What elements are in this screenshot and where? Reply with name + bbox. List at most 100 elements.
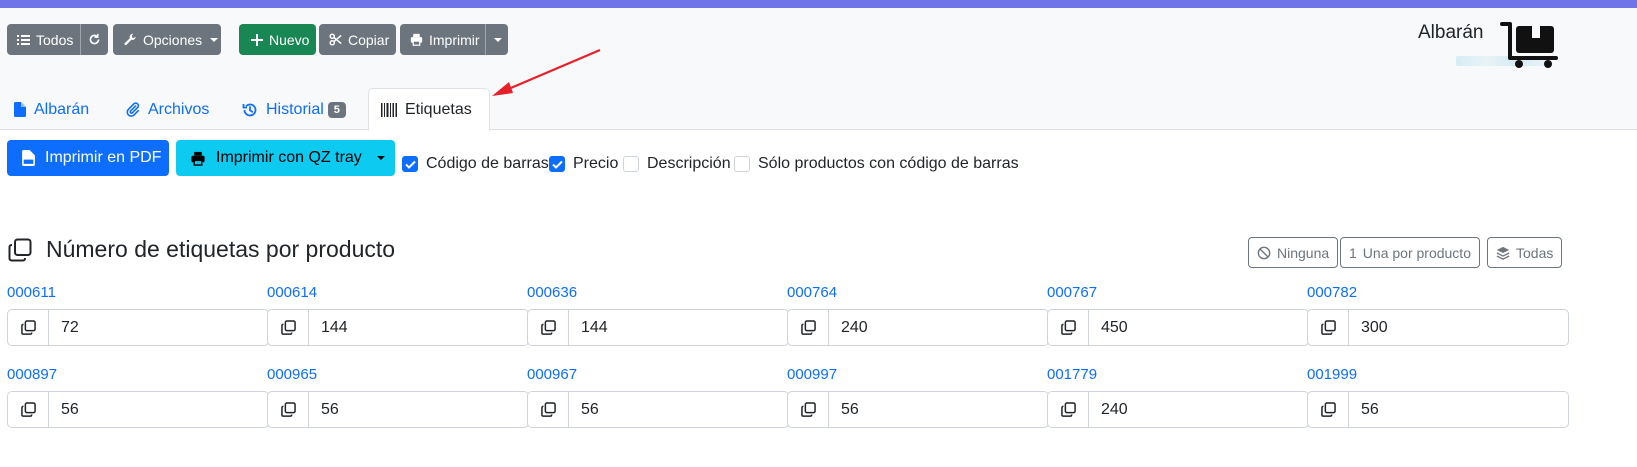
imprimir-dropdown-icon[interactable] [494,38,502,42]
una-por-producto-button[interactable]: 1 Una por producto [1340,237,1480,268]
label-quantity-input[interactable]: 144 [569,310,788,345]
print-qz-label: Imprimir con QZ tray [216,149,362,166]
label-quantity-input[interactable]: 450 [1089,310,1308,345]
ninguna-button[interactable]: Ninguna [1248,237,1339,268]
refresh-icon[interactable] [88,33,101,46]
product-item: 000967 56 [527,366,789,428]
label-quantity-input[interactable]: 144 [309,310,528,345]
product-code-link[interactable]: 000997 [787,366,1049,386]
plus-icon [251,33,263,46]
only-barcode-checkbox[interactable] [734,156,750,172]
product-item: 000997 56 [787,366,1049,428]
label-quantity-group: 56 [1307,391,1569,428]
copy-icon [20,320,36,335]
label-quantity-group: 56 [267,391,529,428]
copy-icon [1060,320,1076,335]
annotation-arrow [492,48,601,96]
label-quantity-input[interactable]: 72 [49,310,268,345]
ninguna-label: Ninguna [1277,244,1330,261]
product-code-link[interactable]: 000636 [527,284,789,304]
tab-historial-label: Historial [266,100,324,118]
label-quantity-input[interactable]: 300 [1349,310,1568,345]
copy-quantity-button[interactable] [268,392,309,427]
label-quantity-group: 72 [7,309,269,346]
product-item: 000764 240 [787,284,1049,346]
todos-button[interactable]: Todos [7,24,108,55]
copy-icon [280,320,296,335]
printer-icon [410,33,423,46]
label-quantity-input[interactable]: 240 [829,310,1048,345]
price-checkbox[interactable] [549,156,565,172]
copy-quantity-button[interactable] [528,310,569,345]
product-item: 000782 300 [1307,284,1569,346]
copy-quantity-button[interactable] [788,310,829,345]
dolly-icon [1500,22,1558,68]
copy-quantity-button[interactable] [1048,392,1089,427]
option-barcode[interactable]: Código de barras [402,155,549,173]
label-quantity-input[interactable]: 56 [1349,392,1568,427]
copy-icon [1320,320,1336,335]
barcode-checkbox[interactable] [402,156,418,172]
copy-quantity-button[interactable] [268,310,309,345]
copy-icon [540,402,556,417]
copy-quantity-button[interactable] [8,392,49,427]
copy-icon [800,320,816,335]
product-code-link[interactable]: 000764 [787,284,1049,304]
label-quantity-group: 56 [7,391,269,428]
label-quantity-input[interactable]: 240 [1089,392,1308,427]
option-only-barcode[interactable]: Sólo productos con código de barras [734,155,1019,173]
list-icon [17,34,30,45]
copy-quantity-button[interactable] [1308,392,1349,427]
label-quantity-input[interactable]: 56 [309,392,528,427]
copy-quantity-button[interactable] [788,392,829,427]
copy-quantity-button[interactable] [1048,310,1089,345]
label-quantity-input[interactable]: 56 [49,392,268,427]
print-qz-button[interactable]: Imprimir con QZ tray [176,140,395,176]
tab-albaran-label: Albarán [34,100,90,118]
check-icon [551,160,563,169]
print-pdf-button[interactable]: Imprimir en PDF [7,140,169,176]
tab-etiquetas[interactable]: Etiquetas [368,88,490,131]
pdf-file-icon [22,150,35,166]
product-code-link[interactable]: 000967 [527,366,789,386]
copiar-button[interactable]: Copiar [319,24,396,55]
product-code-link[interactable]: 000782 [1307,284,1569,304]
nuevo-button[interactable]: Nuevo [239,24,316,55]
product-code-link[interactable]: 001999 [1307,366,1569,386]
label-quantity-input[interactable]: 56 [569,392,788,427]
todas-button[interactable]: Todas [1487,237,1563,268]
copy-quantity-button[interactable] [528,392,569,427]
product-code-link[interactable]: 000767 [1047,284,1309,304]
opciones-button[interactable]: Opciones [113,24,221,55]
tab-archivos[interactable]: Archivos [114,88,221,131]
file-icon [14,102,26,117]
nuevo-label: Nuevo [269,31,310,48]
wrench-icon [124,33,136,46]
product-code-link[interactable]: 000611 [7,284,269,304]
label-quantity-input[interactable]: 56 [829,392,1048,427]
product-code-link[interactable]: 001779 [1047,366,1309,386]
page-title: Albarán [1418,22,1484,43]
una-label: Una por producto [1362,244,1471,261]
una-number: 1 [1349,244,1357,261]
printer-icon [191,151,205,166]
product-code-link[interactable]: 000965 [267,366,529,386]
option-description-label: Descripción [647,155,731,172]
print-pdf-label: Imprimir en PDF [45,149,162,166]
section-title: Número de etiquetas por producto [8,236,395,263]
option-price[interactable]: Precio [549,155,618,173]
product-code-link[interactable]: 000897 [7,366,269,386]
section-title-text: Número de etiquetas por producto [46,236,396,262]
label-quantity-group: 144 [527,309,789,346]
description-checkbox[interactable] [623,156,639,172]
todos-label: Todos [36,31,74,48]
tab-historial[interactable]: Historial 5 [230,88,358,131]
copy-quantity-button[interactable] [1308,310,1349,345]
tab-albaran[interactable]: Albarán [2,88,101,131]
qz-dropdown-icon[interactable] [377,156,385,160]
copy-quantity-button[interactable] [8,310,49,345]
imprimir-label: Imprimir [429,31,480,48]
paperclip-icon [126,102,140,117]
product-code-link[interactable]: 000614 [267,284,529,304]
option-description[interactable]: Descripción [623,155,731,173]
